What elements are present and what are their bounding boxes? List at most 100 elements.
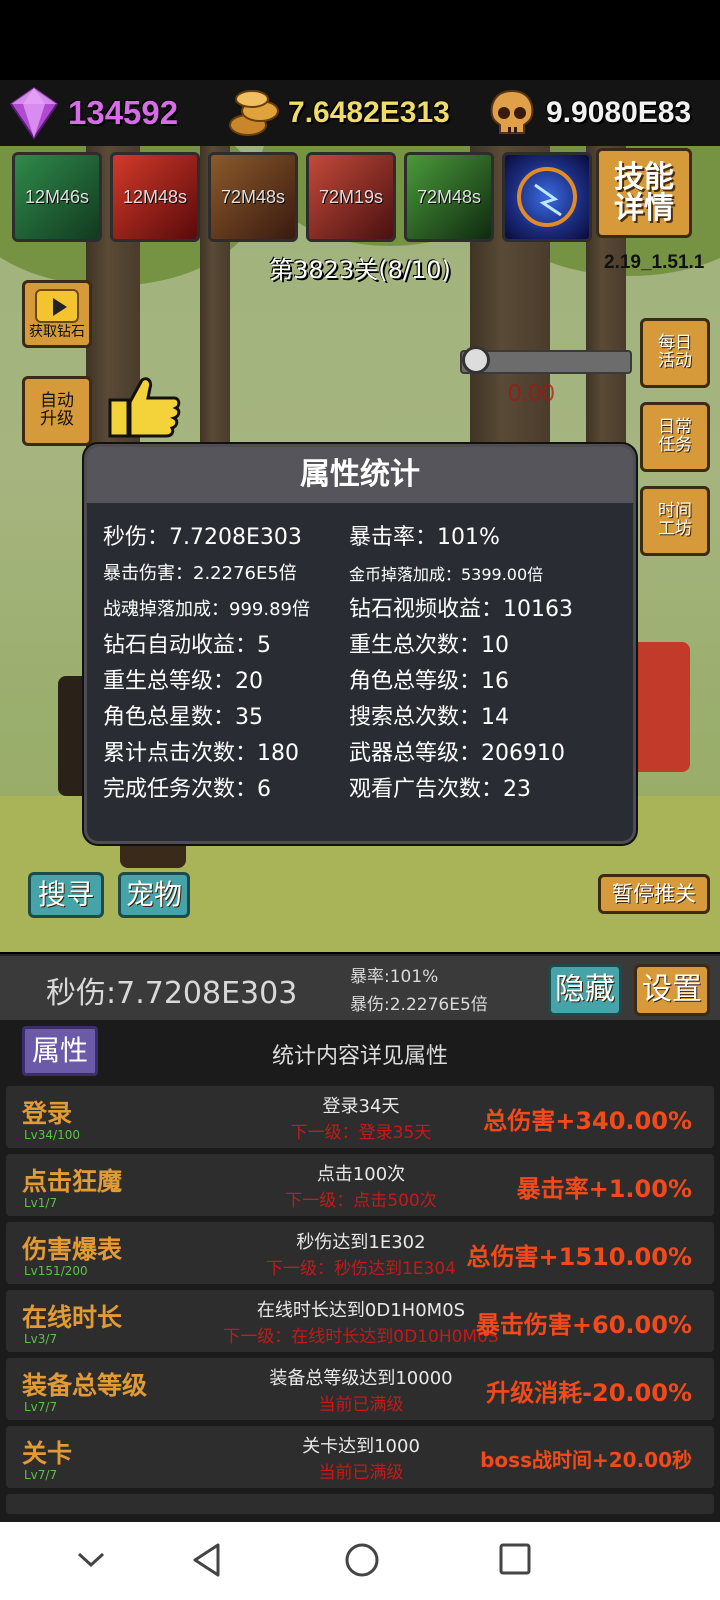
row-level: Lv151/200 [24, 1264, 88, 1278]
row-bonus: 暴击率+1.00% [516, 1175, 692, 1203]
soul-currency: 9.9080E83 [484, 80, 691, 146]
skill-lightning-icon [505, 155, 589, 239]
auto-upgrade-button[interactable]: 自动 升级 [22, 376, 92, 446]
chevron-down-icon[interactable] [76, 1550, 106, 1570]
skill-slot-5[interactable]: 72M48s [404, 152, 494, 242]
row-condition: 在线时长达到0D1H0M0S [256, 1300, 466, 1321]
row-bonus: 总伤害+1510.00% [466, 1243, 692, 1271]
stat-diamond-video: 钻石视频收益：10163 [349, 597, 573, 622]
stat-rebirth-level: 重生总等级：20 [103, 669, 263, 694]
row-title: 点击狂魔 [22, 1167, 123, 1196]
row-next: 下一级：点击500次 [285, 1191, 437, 1211]
achievement-row[interactable]: 装备总等级 Lv7/7 装备总等级达到10000 当前已满级 升级消耗-20.0… [6, 1358, 714, 1420]
row-level: Lv3/7 [24, 1332, 58, 1346]
stat-character-stars: 角色总星数：35 [103, 705, 263, 730]
attribute-stats-modal: 属性统计 秒伤：7.7208E303 暴击率：101% 暴击伤害：2.2276E… [84, 444, 636, 844]
achievement-row[interactable]: 登录 Lv34/100 登录34天 下一级：登录35天 总伤害+340.00% [6, 1086, 714, 1148]
settings-button[interactable]: 设置 [634, 964, 710, 1016]
achievement-row [6, 1494, 714, 1514]
row-condition: 登录34天 [322, 1096, 400, 1117]
daily-task-button[interactable]: 日常 任务 [640, 402, 710, 472]
video-button-label: 获取钻石 [29, 323, 85, 340]
row-bonus: 暴击伤害+60.00% [475, 1311, 692, 1339]
row-bonus: boss战时间+20.00秒 [480, 1448, 692, 1472]
row-title: 登录 [22, 1099, 73, 1128]
achievement-panel: 属性 统计内容详见属性 登录 Lv34/100 登录34天 下一级：登录35天 … [0, 1020, 720, 1522]
row-level: Lv34/100 [24, 1128, 81, 1142]
currency-bar: 134592 7.6482E313 9.9080E83 [0, 80, 720, 146]
row-title: 关卡 [22, 1439, 73, 1468]
row-condition: 装备总等级达到10000 [269, 1368, 453, 1389]
skill-cooldown: 72M48s [416, 186, 482, 207]
search-button[interactable]: 搜寻 [28, 872, 104, 918]
stat-search-count: 搜索总次数：14 [349, 705, 509, 730]
pause-push-button[interactable]: 暂停推关 [598, 874, 710, 914]
daily-activity-button[interactable]: 每日 活动 [640, 318, 710, 388]
row-title: 伤害爆表 [22, 1235, 123, 1264]
dps-bar: 秒伤:7.7208E303 暴率:101% 暴伤:2.2276E5倍 隐藏 设置 [0, 954, 720, 1020]
skill-cooldown: 12M46s [24, 186, 90, 207]
crit-damage-value: 暴伤:2.2276E5倍 [350, 995, 488, 1015]
modal-title: 属性统计 [87, 447, 633, 503]
soul-amount: 9.9080E83 [546, 96, 692, 129]
diamond-currency: 134592 [6, 80, 178, 146]
stat-crit-damage: 暴击伤害：2.2276E5倍 [103, 563, 297, 584]
skill-slot-3[interactable]: 72M48s [208, 152, 298, 242]
stat-ads-watched: 观看广告次数：23 [349, 777, 531, 802]
diamond-amount: 134592 [68, 94, 179, 131]
skull-icon [484, 85, 540, 141]
dps-value: 秒伤:7.7208E303 [46, 976, 298, 1011]
row-title: 在线时长 [22, 1303, 123, 1332]
recents-icon[interactable] [498, 1542, 532, 1576]
row-condition: 关卡达到1000 [302, 1436, 420, 1457]
video-icon [35, 288, 79, 323]
skill-cooldown: 72M19s [318, 186, 384, 207]
skill-slot-2[interactable]: 12M48s [110, 152, 200, 242]
gold-amount: 7.6482E313 [288, 96, 450, 129]
skill-detail-button[interactable]: 技能 详情 [596, 148, 692, 238]
skill-slot-6[interactable] [502, 152, 592, 242]
stat-soul-bonus: 战魂掉落加成：999.89倍 [103, 599, 310, 620]
stat-tasks-completed: 完成任务次数：6 [103, 777, 271, 802]
diamond-icon [6, 85, 62, 141]
row-level: Lv7/7 [24, 1400, 58, 1414]
stat-dps: 秒伤：7.7208E303 [103, 525, 302, 550]
crit-rate-value: 暴率:101% [350, 967, 439, 987]
stat-gold-bonus: 金币掉落加成：5399.00倍 [349, 565, 544, 584]
panel-tip: 统计内容详见属性 [271, 1044, 448, 1069]
row-bonus: 升级消耗-20.00% [486, 1379, 692, 1407]
skill-slot-4[interactable]: 72M19s [306, 152, 396, 242]
row-level: Lv1/7 [24, 1196, 58, 1210]
gold-currency: 7.6482E313 [226, 80, 450, 146]
boss-timer: 0.00 [508, 380, 555, 407]
version-label: 2.19_1.51.1 [604, 252, 705, 273]
get-diamond-video-button[interactable]: 获取钻石 [22, 280, 92, 348]
achievement-row[interactable]: 在线时长 Lv3/7 在线时长达到0D1H0M0S 下一级：在线时长达到0D10… [6, 1290, 714, 1352]
stat-rebirth-count: 重生总次数：10 [349, 633, 509, 658]
back-icon[interactable] [190, 1542, 224, 1578]
achievement-row[interactable]: 点击狂魔 Lv1/7 点击100次 下一级：点击500次 暴击率+1.00% [6, 1154, 714, 1216]
stat-crit-rate: 暴击率：101% [349, 525, 500, 550]
home-icon[interactable] [344, 1542, 380, 1578]
boss-skull-icon [462, 346, 490, 374]
stat-weapon-level: 武器总等级：206910 [349, 741, 565, 766]
achievement-row[interactable]: 关卡 Lv7/7 关卡达到1000 当前已满级 boss战时间+20.00秒 [6, 1426, 714, 1488]
row-bonus: 总伤害+340.00% [483, 1107, 692, 1135]
stat-click-count: 累计点击次数：180 [103, 741, 299, 766]
skill-cooldown: 12M48s [122, 186, 188, 207]
time-workshop-button[interactable]: 时间 工坊 [640, 486, 710, 556]
status-bar [0, 0, 720, 80]
row-condition: 点击100次 [316, 1164, 406, 1185]
row-level: Lv7/7 [24, 1468, 58, 1482]
skill-slot-1[interactable]: 12M46s [12, 152, 102, 242]
hide-button[interactable]: 隐藏 [548, 964, 622, 1016]
achievement-row[interactable]: 伤害爆表 Lv151/200 秒伤达到1E302 下一级：秒伤达到1E304 总… [6, 1222, 714, 1284]
stat-diamond-auto: 钻石自动收益：5 [103, 633, 271, 658]
navigation-bar [0, 1522, 720, 1600]
skill-cooldown: 72M48s [220, 186, 286, 207]
row-title: 装备总等级 [22, 1371, 148, 1400]
stat-character-level: 角色总等级：16 [349, 669, 509, 694]
pet-button[interactable]: 宠物 [118, 872, 190, 918]
gold-coins-icon [226, 85, 282, 141]
thumbs-up-icon[interactable] [108, 374, 182, 438]
